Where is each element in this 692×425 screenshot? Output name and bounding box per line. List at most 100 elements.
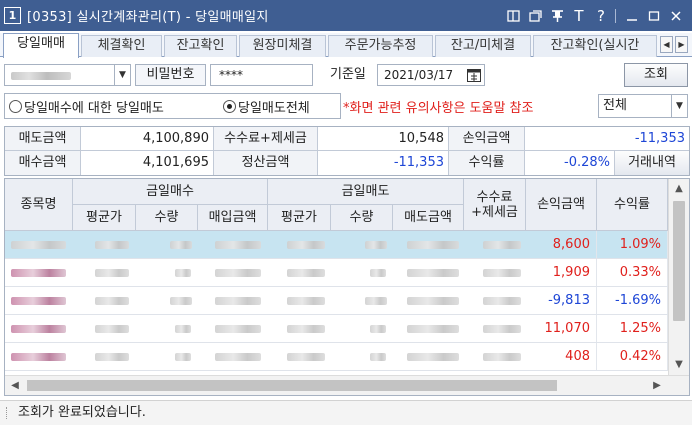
tab-scroll-left-icon[interactable]: ◀ xyxy=(660,36,673,53)
header-buy-avg-price[interactable]: 평균가 xyxy=(73,205,136,231)
return-value: -0.28% xyxy=(525,151,615,175)
table-row[interactable]: 11,070 1.25% xyxy=(5,315,668,343)
scroll-down-icon[interactable]: ▼ xyxy=(669,357,689,373)
header-fee-tax[interactable]: 수수료 +제세금 xyxy=(464,179,526,231)
row-return-rate: -1.69% xyxy=(597,287,668,314)
scroll-up-icon[interactable]: ▲ xyxy=(669,181,689,197)
radio-buy-sell-today[interactable]: 당일매수에 대한 당일매도 xyxy=(9,97,164,116)
vertical-scrollbar[interactable]: ▲ ▼ xyxy=(668,179,689,375)
tab-execution-check[interactable]: 체결확인 xyxy=(81,35,162,57)
password-label: 비밀번호 xyxy=(135,64,206,86)
status-message: 조회가 완료되었습니다. xyxy=(18,405,146,420)
radio-circle-icon[interactable] xyxy=(9,100,22,113)
date-value: 2021/03/17 xyxy=(384,68,454,82)
masked-stock-name xyxy=(11,353,66,361)
masked-cell xyxy=(95,297,129,305)
tab-balance-unfilled[interactable]: 잔고/미체결 xyxy=(435,35,531,57)
header-stock-name[interactable]: 종목명 xyxy=(5,179,73,231)
help-icon[interactable]: ? xyxy=(591,6,611,26)
trade-scope-radio-group: 당일매수에 대한 당일매도 당일매도전체 xyxy=(4,93,341,119)
masked-cell xyxy=(407,269,459,277)
masked-cell xyxy=(95,241,129,249)
masked-cell xyxy=(170,297,192,305)
minimize-icon[interactable] xyxy=(622,6,642,26)
masked-cell xyxy=(215,241,261,249)
filter-select[interactable]: 전체 ▼ xyxy=(598,94,688,118)
chevron-down-icon[interactable]: ▼ xyxy=(114,65,130,85)
tab-bar: 당일매매 체결확인 잔고확인 원장미체결 주문가능추정 잔고/미체결 잔고확인(… xyxy=(0,33,692,58)
account-number-masked xyxy=(11,72,71,80)
buy-amount-value: 4,101,695 xyxy=(81,151,214,175)
header-today-sell: 금일매도 xyxy=(268,179,464,205)
tab-balance-realtime[interactable]: 잔고확인(실시간 xyxy=(533,35,657,57)
header-sell-avg-price[interactable]: 평균가 xyxy=(268,205,331,231)
radio-selected-icon[interactable] xyxy=(223,100,236,113)
pnl-value: -11,353 xyxy=(525,127,689,151)
window-buttons: T ? xyxy=(501,0,686,31)
masked-cell xyxy=(95,325,129,333)
pin-icon[interactable] xyxy=(547,6,567,26)
row-return-rate: 0.42% xyxy=(597,343,668,370)
vertical-scroll-thumb[interactable] xyxy=(673,201,685,321)
masked-cell xyxy=(287,269,325,277)
tab-ledger-unfilled[interactable]: 원장미체결 xyxy=(239,35,326,57)
table-row[interactable]: 408 0.42% xyxy=(5,343,668,371)
tab-order-estimate[interactable]: 주문가능추정 xyxy=(328,35,433,57)
horizontal-scroll-thumb[interactable] xyxy=(27,380,557,391)
header-pnl[interactable]: 손익금액 xyxy=(526,179,597,231)
masked-cell xyxy=(407,297,459,305)
masked-cell xyxy=(215,325,261,333)
masked-cell xyxy=(95,353,129,361)
masked-cell xyxy=(370,325,386,333)
query-button[interactable]: 조회 xyxy=(624,63,688,87)
masked-cell xyxy=(175,269,191,277)
trade-history-button[interactable]: 거래내역 xyxy=(615,151,689,175)
masked-cell xyxy=(407,241,459,249)
table-row[interactable]: 1,909 0.33% xyxy=(5,259,668,287)
header-buy-qty[interactable]: 수량 xyxy=(136,205,198,231)
masked-cell xyxy=(370,353,386,361)
row-return-rate: 1.09% xyxy=(597,231,668,258)
masked-cell xyxy=(287,325,325,333)
masked-cell xyxy=(95,269,129,277)
table-row[interactable]: 8,600 1.09% xyxy=(5,231,668,259)
scroll-right-icon[interactable]: ▶ xyxy=(649,377,665,394)
scroll-left-icon[interactable]: ◀ xyxy=(7,377,23,394)
header-sell-qty[interactable]: 수량 xyxy=(331,205,393,231)
masked-cell xyxy=(175,353,191,361)
radio-label: 당일매도전체 xyxy=(238,101,310,116)
maximize-icon[interactable] xyxy=(644,6,664,26)
row-return-rate: 1.25% xyxy=(597,315,668,342)
status-grip-icon xyxy=(6,407,8,419)
header-buy-amount[interactable]: 매입금액 xyxy=(198,205,268,231)
trade-table: 종목명 금일매수 금일매도 수수료 +제세금 손익금액 수익률 평균가 수량 매… xyxy=(4,178,690,396)
font-size-icon[interactable]: T xyxy=(569,6,589,26)
account-select[interactable]: ▼ xyxy=(4,64,131,86)
header-return-rate[interactable]: 수익률 xyxy=(597,179,668,231)
date-field[interactable]: 2021/03/17 xyxy=(377,64,485,86)
window-new-icon[interactable] xyxy=(525,6,545,26)
masked-stock-name xyxy=(11,241,66,249)
masked-stock-name xyxy=(11,297,66,305)
tab-balance-check[interactable]: 잔고확인 xyxy=(164,35,237,57)
masked-cell xyxy=(287,353,325,361)
horizontal-scrollbar[interactable]: ◀ ▶ xyxy=(5,375,689,395)
radio-sell-all[interactable]: 당일매도전체 xyxy=(223,97,310,116)
chevron-down-icon[interactable]: ▼ xyxy=(671,95,687,117)
close-icon[interactable] xyxy=(666,6,686,26)
masked-cell xyxy=(365,297,387,305)
window-restore-icon[interactable] xyxy=(503,6,523,26)
masked-cell xyxy=(483,325,521,333)
filter-value: 전체 xyxy=(603,98,627,113)
tab-scroll-right-icon[interactable]: ▶ xyxy=(675,36,688,53)
calendar-icon[interactable] xyxy=(466,67,482,83)
header-sell-amount[interactable]: 매도금액 xyxy=(393,205,464,231)
row-pnl: 11,070 xyxy=(526,315,597,342)
table-row[interactable]: -9,813 -1.69% xyxy=(5,287,668,315)
masked-cell xyxy=(365,241,387,249)
tab-daily-trade[interactable]: 당일매매 xyxy=(3,33,79,58)
row-pnl: 8,600 xyxy=(526,231,597,258)
password-field[interactable]: **** xyxy=(210,64,313,86)
title-bar: 1 [0353] 실시간계좌관리(T) - 당일매매일지 T ? xyxy=(0,0,692,31)
screen-number-badge: 1 xyxy=(4,7,21,24)
